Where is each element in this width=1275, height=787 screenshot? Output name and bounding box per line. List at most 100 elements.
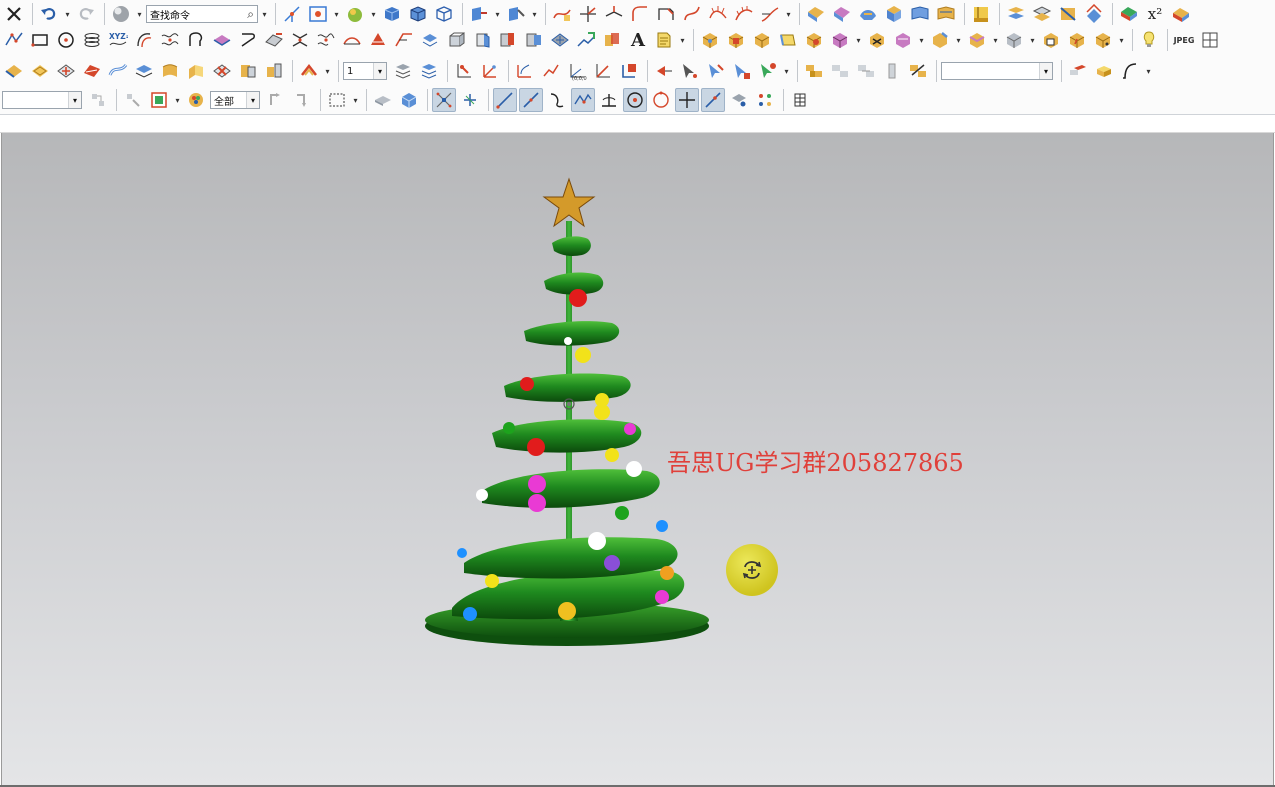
line-icon[interactable] xyxy=(2,28,26,52)
xyz-point-icon[interactable]: XYZ= xyxy=(106,28,130,52)
snap-point-icon[interactable] xyxy=(652,59,676,83)
helix-icon[interactable] xyxy=(80,28,104,52)
hide-icon[interactable] xyxy=(934,2,958,26)
mirror-dropdown[interactable]: ▾ xyxy=(917,36,926,45)
snap-line-icon[interactable] xyxy=(493,88,517,112)
trim-curve-icon[interactable] xyxy=(576,2,600,26)
deselect-icon[interactable] xyxy=(290,88,314,112)
note-dropdown[interactable]: ▾ xyxy=(678,36,687,45)
rect-select-icon[interactable] xyxy=(325,88,349,112)
assembly-icon[interactable] xyxy=(802,59,826,83)
vector-icon[interactable] xyxy=(591,59,615,83)
surface-icon[interactable] xyxy=(804,2,828,26)
unite-face-icon[interactable] xyxy=(262,59,286,83)
ruled-icon[interactable] xyxy=(80,59,104,83)
fit-view-icon[interactable] xyxy=(306,2,330,26)
sphere-icon[interactable] xyxy=(776,28,800,52)
graphics-viewport[interactable]: 吾思UG学习群205827865 xyxy=(1,133,1274,785)
selection-icon[interactable] xyxy=(147,88,171,112)
snap-tangent-icon[interactable] xyxy=(519,88,543,112)
superscript-icon[interactable]: x² xyxy=(1143,2,1167,26)
through-curves-icon[interactable] xyxy=(54,59,78,83)
redo-icon[interactable] xyxy=(74,2,98,26)
offset-curve-icon[interactable] xyxy=(654,2,678,26)
snap-all-icon[interactable] xyxy=(753,88,777,112)
spline-icon[interactable] xyxy=(1118,59,1142,83)
box-icon[interactable] xyxy=(1092,59,1116,83)
datum-axis-icon[interactable] xyxy=(513,59,537,83)
snap-end-icon[interactable] xyxy=(432,88,456,112)
wcs-icon[interactable] xyxy=(617,59,641,83)
cone-icon[interactable] xyxy=(750,28,774,52)
boolean-unite-icon[interactable] xyxy=(802,28,826,52)
note-icon[interactable] xyxy=(652,28,676,52)
sheet-icon[interactable] xyxy=(908,2,932,26)
blend-icon[interactable] xyxy=(965,28,989,52)
shaded-sphere-icon[interactable] xyxy=(109,2,133,26)
block-render-icon[interactable] xyxy=(1066,59,1090,83)
bridge-icon[interactable] xyxy=(340,28,364,52)
draft-icon[interactable] xyxy=(366,28,390,52)
draft-body-icon[interactable] xyxy=(1002,28,1026,52)
wireframe-cube-icon[interactable] xyxy=(432,2,456,26)
snap-intersection-icon[interactable] xyxy=(571,88,595,112)
select-feature-icon[interactable] xyxy=(756,59,780,83)
rect-select-dropdown[interactable]: ▾ xyxy=(351,96,360,105)
box-face-icon[interactable] xyxy=(371,88,395,112)
lightbulb-icon[interactable] xyxy=(1137,28,1161,52)
sew-icon[interactable] xyxy=(236,59,260,83)
measure-icon[interactable] xyxy=(522,28,546,52)
text-icon[interactable]: A xyxy=(626,28,650,52)
shape-analysis-icon[interactable] xyxy=(1169,2,1193,26)
n-sided-icon[interactable] xyxy=(106,59,130,83)
search-icon[interactable]: ⌕ xyxy=(247,7,254,22)
fit-view-dropdown[interactable]: ▾ xyxy=(332,10,341,19)
pattern-face-icon[interactable] xyxy=(830,2,854,26)
emboss-icon[interactable] xyxy=(548,28,572,52)
rectangle-icon[interactable] xyxy=(28,28,52,52)
fillet-curve-icon[interactable] xyxy=(628,2,652,26)
extend-sheet-icon[interactable] xyxy=(1030,2,1054,26)
move-to-layer-icon[interactable] xyxy=(452,59,476,83)
find-command-dropdown[interactable]: ▾ xyxy=(260,10,269,19)
thicken-icon[interactable] xyxy=(418,28,442,52)
christmas-tree-model[interactable] xyxy=(412,171,722,661)
class-select-icon[interactable] xyxy=(264,88,288,112)
revolve-icon[interactable] xyxy=(470,28,494,52)
jpeg-export-icon[interactable]: JPEG xyxy=(1172,28,1196,52)
snap-existing-icon[interactable] xyxy=(675,88,699,112)
draft-body-dropdown[interactable]: ▾ xyxy=(1028,36,1037,45)
chamfer-dropdown[interactable]: ▾ xyxy=(954,36,963,45)
close-icon[interactable] xyxy=(2,2,26,26)
filter-select[interactable]: ▾ xyxy=(941,62,1053,80)
surface-blend-icon[interactable] xyxy=(1004,2,1028,26)
circle-center-icon[interactable] xyxy=(54,28,78,52)
offset-face-icon[interactable] xyxy=(1082,2,1106,26)
datum-csys-icon[interactable] xyxy=(478,59,502,83)
select-edge-icon[interactable] xyxy=(704,59,728,83)
snap-view-icon[interactable] xyxy=(504,2,528,26)
snap-on-curve-icon[interactable] xyxy=(701,88,725,112)
block-icon[interactable] xyxy=(698,28,722,52)
grid-icon[interactable] xyxy=(1198,28,1222,52)
scope-select[interactable]: 全部 ▾ xyxy=(210,91,260,109)
undo-icon[interactable] xyxy=(37,2,61,26)
point-cloud-icon[interactable] xyxy=(280,2,304,26)
render-style-dropdown[interactable]: ▾ xyxy=(369,10,378,19)
sketch-curve-icon[interactable] xyxy=(550,2,574,26)
layer-select[interactable]: 1 ▾ xyxy=(343,62,387,80)
trim-sheet-icon[interactable] xyxy=(1056,2,1080,26)
datum-plane-icon[interactable] xyxy=(539,59,563,83)
chevron-down-icon[interactable]: ▾ xyxy=(246,92,259,108)
shell-body-icon[interactable] xyxy=(1039,28,1063,52)
color-map-icon[interactable] xyxy=(1117,2,1141,26)
hole-icon[interactable] xyxy=(1065,28,1089,52)
sheet-body-icon[interactable] xyxy=(158,59,182,83)
spline-dropdown[interactable]: ▾ xyxy=(1144,67,1153,76)
color-wheel-icon[interactable] xyxy=(184,88,208,112)
reverse-icon[interactable] xyxy=(882,2,906,26)
wave-icon[interactable] xyxy=(158,28,182,52)
select-body-icon[interactable] xyxy=(730,59,754,83)
shaded-edges-cube-icon[interactable] xyxy=(406,2,430,26)
mesh-surface-icon[interactable] xyxy=(496,28,520,52)
